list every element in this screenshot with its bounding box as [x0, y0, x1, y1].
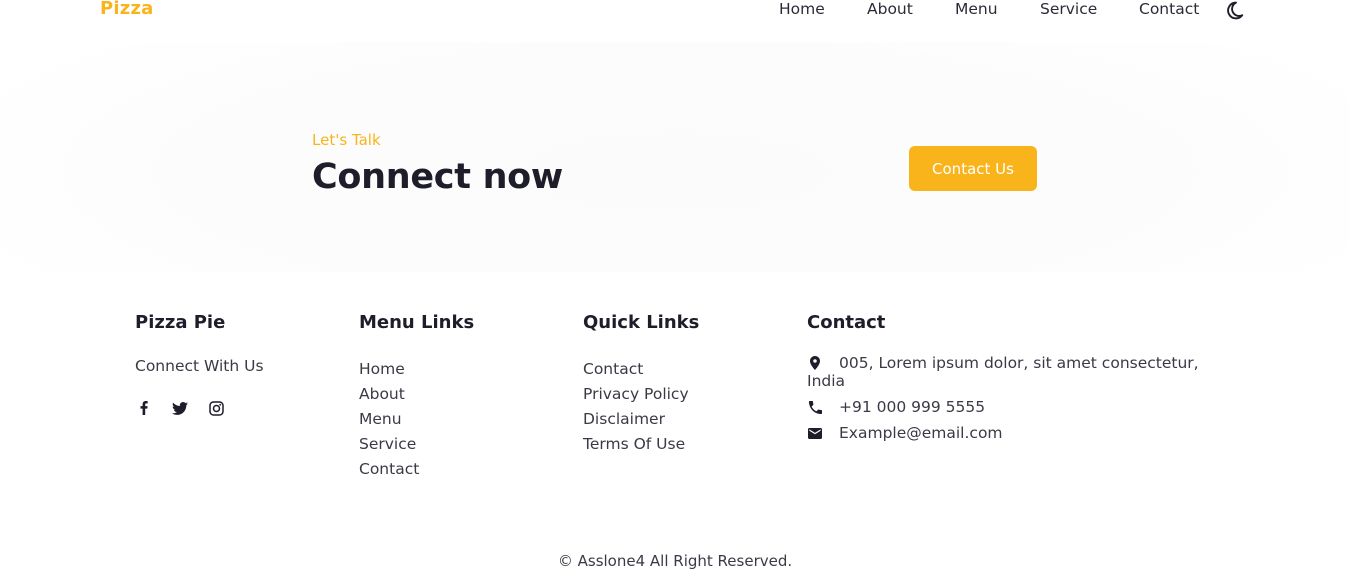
- quick-link-privacy-policy[interactable]: Privacy Policy: [583, 382, 793, 407]
- facebook-icon[interactable]: [135, 399, 153, 417]
- social-links: [135, 399, 345, 417]
- footer-about-column: Pizza Pie Connect With Us: [135, 312, 345, 417]
- footer-link-home[interactable]: Home: [359, 357, 569, 382]
- mail-icon: [807, 425, 823, 441]
- footer-link-menu[interactable]: Menu: [359, 407, 569, 432]
- footer-contact-title: Contact: [807, 312, 886, 333]
- map-pin-icon: [807, 355, 823, 371]
- contact-us-button[interactable]: Contact Us: [909, 146, 1037, 191]
- quick-links-list: Contact Privacy Policy Disclaimer Terms …: [583, 357, 793, 457]
- footer-menu-links-title: Menu Links: [359, 312, 475, 333]
- nav-menu[interactable]: Menu: [955, 0, 998, 18]
- footer-link-contact[interactable]: Contact: [359, 457, 569, 482]
- contact-phone-text: +91 000 999 5555: [839, 398, 986, 416]
- instagram-icon[interactable]: [207, 399, 225, 417]
- footer-quick-links-title: Quick Links: [583, 312, 700, 333]
- menu-links-list: Home About Menu Service Contact: [359, 357, 569, 482]
- nav-home[interactable]: Home: [779, 0, 825, 18]
- footer-link-about[interactable]: About: [359, 382, 569, 407]
- cta-title: Connect now: [312, 157, 563, 197]
- contact-phone: +91 000 999 5555: [807, 398, 1227, 416]
- footer-quick-links-column: Quick Links Contact Privacy Policy Discl…: [583, 312, 793, 457]
- quick-link-contact[interactable]: Contact: [583, 357, 793, 382]
- nav-about[interactable]: About: [867, 0, 913, 18]
- copyright-text: © Asslone4 All Right Reserved.: [557, 552, 793, 570]
- site-header: Pizza Home About Menu Service Contact: [0, 0, 1350, 42]
- footer-contact-column: Contact 005, Lorem ipsum dolor, sit amet…: [807, 312, 1227, 450]
- quick-link-disclaimer[interactable]: Disclaimer: [583, 407, 793, 432]
- nav-service[interactable]: Service: [1040, 0, 1097, 18]
- logo[interactable]: Pizza: [100, 0, 153, 19]
- contact-address: 005, Lorem ipsum dolor, sit amet consect…: [807, 354, 1227, 390]
- quick-link-terms-of-use[interactable]: Terms Of Use: [583, 432, 793, 457]
- phone-icon: [807, 399, 823, 415]
- moon-icon[interactable]: [1224, 0, 1250, 21]
- nav-contact[interactable]: Contact: [1139, 0, 1199, 18]
- site-footer: Pizza Pie Connect With Us Menu Links Hom…: [0, 300, 1350, 586]
- footer-link-service[interactable]: Service: [359, 432, 569, 457]
- contact-email: Example@email.com: [807, 424, 1227, 442]
- contact-info-list: 005, Lorem ipsum dolor, sit amet consect…: [807, 354, 1227, 442]
- cta-kicker: Let's Talk: [312, 131, 381, 149]
- contact-address-text: 005, Lorem ipsum dolor, sit amet consect…: [807, 354, 1199, 390]
- footer-brand-title: Pizza Pie: [135, 312, 226, 333]
- twitter-icon[interactable]: [171, 399, 189, 417]
- footer-menu-links-column: Menu Links Home About Menu Service Conta…: [359, 312, 569, 482]
- contact-email-text[interactable]: Example@email.com: [839, 424, 1003, 442]
- cta-section: Let's Talk Connect now Contact Us: [0, 42, 1350, 272]
- footer-connect-text: Connect With Us: [135, 357, 264, 375]
